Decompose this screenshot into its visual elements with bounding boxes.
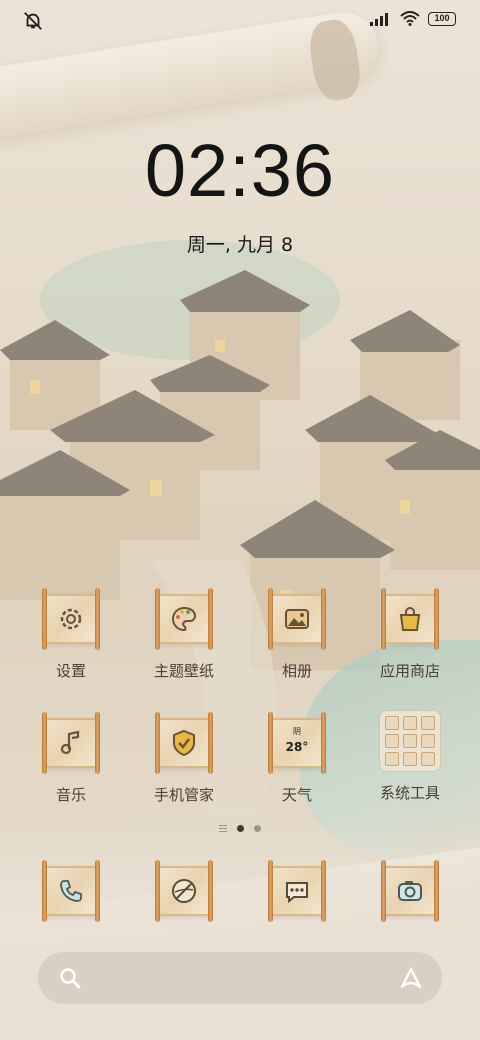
folder-system-tools[interactable]: 系统工具 [355,710,465,803]
app-phone-manager[interactable]: 手机管家 [129,712,239,805]
app-music[interactable]: 音乐 [16,712,126,805]
dock-camera[interactable] [355,860,465,922]
app-phone-manager-tile[interactable] [153,712,215,774]
app-label: 音乐 [55,786,86,804]
app-themes-tile[interactable] [153,588,215,650]
app-settings-tile[interactable] [40,588,102,650]
message-icon [286,882,308,904]
app-label: 天气 [281,786,312,804]
app-label: 主题壁纸 [153,662,214,680]
status-bar: 100 [0,0,480,40]
assistant-icon[interactable] [398,965,424,991]
wallpaper-fog [0,820,480,1040]
mute-bell-icon [24,12,42,30]
page-dot[interactable] [254,825,261,832]
dock-phone[interactable] [16,860,126,922]
app-label: 系统工具 [379,784,440,802]
shopping-bag-icon [399,607,421,631]
app-settings[interactable]: 设置 [16,588,126,681]
shield-check-icon [173,729,195,757]
page-indicator[interactable] [0,825,480,832]
app-store[interactable]: 应用商店 [355,588,465,681]
dock-browser-tile[interactable] [153,860,215,922]
app-gallery[interactable]: 相册 [242,588,352,681]
gear-icon [60,608,82,630]
app-label: 手机管家 [153,786,214,804]
dock-browser[interactable] [129,860,239,922]
page-indicator-menu[interactable] [219,825,227,832]
app-weather[interactable]: 阴 28° 天气 [242,712,352,805]
app-music-tile[interactable] [40,712,102,774]
browser-icon [172,879,196,903]
page-dot-active[interactable] [237,825,244,832]
app-label: 应用商店 [379,662,440,680]
search-bar[interactable] [38,952,442,1004]
app-weather-tile[interactable]: 阴 28° [266,712,328,774]
app-gallery-tile[interactable] [266,588,328,650]
dock-phone-tile[interactable] [40,860,102,922]
folder-icon[interactable] [379,710,441,772]
signal-icon [370,12,388,26]
wifi-icon [400,11,420,26]
palette-icon [172,606,197,632]
dock-messages-tile[interactable] [266,860,328,922]
search-icon[interactable] [58,966,82,990]
app-label: 相册 [281,662,312,680]
dock-camera-tile[interactable] [379,860,441,922]
clock-date[interactable]: 周一, 九月 8 [0,230,480,257]
app-themes[interactable]: 主题壁纸 [129,588,239,681]
dock-messages[interactable] [242,860,352,922]
weather-temperature: 28° [285,740,309,754]
app-label: 设置 [55,662,86,680]
phone-icon [60,880,82,902]
weather-condition: 阴 [293,727,301,736]
camera-icon [398,881,422,901]
music-note-icon [60,730,80,755]
gallery-icon [285,609,309,629]
clock-time[interactable]: 02:36 [0,128,480,213]
app-store-tile[interactable] [379,588,441,650]
battery-icon: 100 [428,11,456,26]
